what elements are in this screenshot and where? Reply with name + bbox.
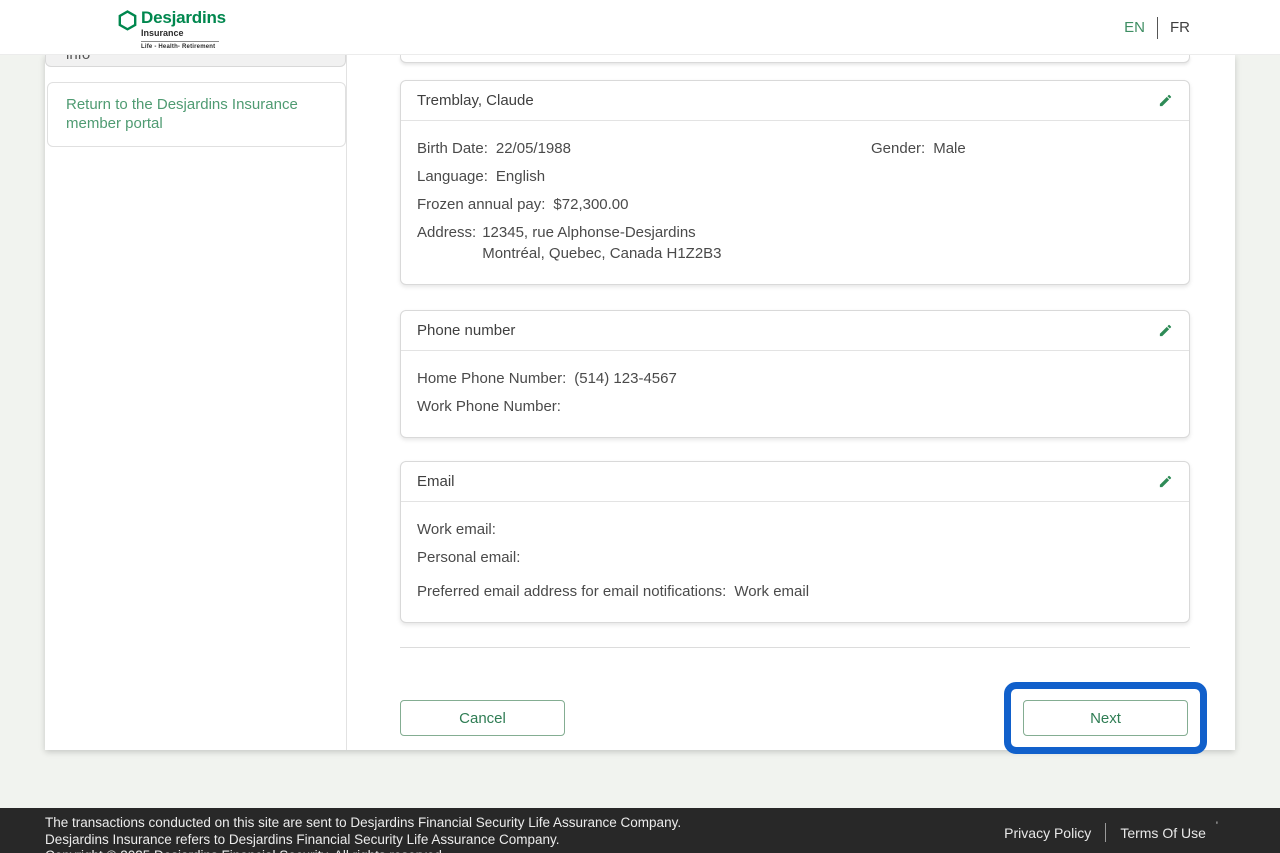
email-card-title: Email [417,473,455,490]
language-row: Language: English [417,168,1173,185]
footer-line3: Copyright © 2025 Desjardins Financial Se… [45,848,805,853]
cancel-button[interactable]: Cancel [400,700,565,736]
frozen-pay-label: Frozen annual pay: [417,196,545,213]
frozen-pay-value: $72,300.00 [553,196,628,213]
work-phone-row: Work Phone Number: [417,398,1173,415]
address-line2: Montréal, Quebec, Canada H1Z2B3 [482,245,721,262]
email-card-header: Email [401,462,1189,502]
lang-en-button[interactable]: EN [1124,19,1145,36]
logo-text: Desjardins Insurance Life - Health- Reti… [141,8,226,50]
edit-personal-info-icon[interactable] [1158,93,1173,108]
gender-value: Male [933,140,966,157]
logo-brand-name: Desjardins [141,8,226,27]
email-card-body: Work email: Personal email: Preferred em… [401,502,1189,622]
main-content: Tremblay, Claude Birth Date: 22/05/1988 … [347,55,1235,750]
work-email-label: Work email: [417,521,496,538]
actions-row: Cancel Next [400,682,1190,754]
lang-separator [1157,17,1158,39]
logo-tagline: Life - Health- Retirement [141,44,226,50]
terms-of-use-link[interactable]: Terms Of Use [1120,825,1206,841]
top-header: Desjardins Insurance Life - Health- Reti… [0,0,1280,55]
home-phone-label: Home Phone Number: [417,370,566,387]
language-value: English [496,168,545,185]
desjardins-logo: Desjardins Insurance Life - Health- Reti… [118,8,226,50]
next-button[interactable]: Next [1023,700,1188,736]
address-value: 12345, rue Alphonse-Desjardins Montréal,… [482,224,721,262]
sidebar-item-return-portal[interactable]: Return to the Desjardins Insurance membe… [47,82,346,147]
footer-links-separator [1105,823,1106,842]
sidebar-item-partial-info[interactable]: info ⌃ [45,55,346,67]
hexagon-logo-icon [118,10,137,31]
personal-email-row: Personal email: [417,549,1173,566]
personal-email-label: Personal email: [417,549,520,566]
language-field: Language: English [417,168,545,185]
frozen-pay-field: Frozen annual pay: $72,300.00 [417,196,629,213]
privacy-policy-link[interactable]: Privacy Policy [1004,825,1091,841]
next-button-highlight: Next [1004,682,1207,754]
footer-legal-text: The transactions conducted on this site … [45,815,805,853]
personal-info-card: Tremblay, Claude Birth Date: 22/05/1988 … [400,80,1190,285]
return-portal-link[interactable]: Return to the Desjardins Insurance membe… [66,96,298,132]
phone-card-header: Phone number [401,311,1189,351]
birth-date-label: Birth Date: [417,140,488,157]
address-line1: 12345, rue Alphonse-Desjardins [482,224,721,241]
personal-email-field: Personal email: [417,549,528,566]
birth-gender-row: Birth Date: 22/05/1988 Gender: Male [417,140,1173,157]
address-row: Address: 12345, rue Alphonse-Desjardins … [417,224,1173,262]
address-label: Address: [417,224,476,262]
work-email-row: Work email: [417,521,1173,538]
gender-label: Gender: [871,140,925,157]
content-panel: info ⌃ Return to the Desjardins Insuranc… [45,55,1235,750]
personal-info-card-body: Birth Date: 22/05/1988 Gender: Male Lang… [401,121,1189,284]
preferred-email-field: Preferred email address for email notifi… [417,583,809,600]
personal-info-card-header: Tremblay, Claude [401,81,1189,121]
actions-divider [400,647,1190,648]
work-phone-field: Work Phone Number: [417,398,569,415]
phone-card: Phone number Home Phone Number: (514) 12… [400,310,1190,438]
email-card: Email Work email: Personal email [400,461,1190,623]
work-phone-label: Work Phone Number: [417,398,561,415]
footer-line1: The transactions conducted on this site … [45,815,805,832]
chevron-up-icon: ⌃ [316,55,327,64]
person-name-title: Tremblay, Claude [417,92,534,109]
footer-links: Privacy Policy Terms Of Use ' [1004,823,1218,842]
preferred-email-row: Preferred email address for email notifi… [417,583,1173,600]
home-phone-field: Home Phone Number: (514) 123-4567 [417,370,677,387]
language-label: Language: [417,168,488,185]
page: Desjardins Insurance Life - Health- Reti… [0,0,1280,853]
phone-card-title: Phone number [417,322,515,339]
sidebar: info ⌃ Return to the Desjardins Insuranc… [45,55,347,750]
footer-line2: Desjardins Insurance refers to Desjardin… [45,832,805,849]
footer: The transactions conducted on this site … [0,808,1280,853]
edit-phone-icon[interactable] [1158,323,1173,338]
phone-card-body: Home Phone Number: (514) 123-4567 Work P… [401,351,1189,437]
logo-division: Insurance [141,28,226,39]
work-email-field: Work email: [417,521,504,538]
edit-email-icon[interactable] [1158,474,1173,489]
gender-field: Gender: Male [871,140,966,157]
birth-date-field: Birth Date: 22/05/1988 [417,140,871,157]
frozen-pay-row: Frozen annual pay: $72,300.00 [417,196,1173,213]
preferred-email-value: Work email [734,583,809,600]
home-phone-row: Home Phone Number: (514) 123-4567 [417,370,1173,387]
logo-divider-line [141,41,219,42]
sidebar-partial-label: info [66,55,90,63]
home-phone-value: (514) 123-4567 [574,370,677,387]
lang-fr-button[interactable]: FR [1170,19,1190,36]
language-switcher: EN FR [1124,0,1190,55]
preferred-email-label: Preferred email address for email notifi… [417,583,726,600]
previous-card-partial [400,55,1190,63]
birth-date-value: 22/05/1988 [496,140,571,157]
footer-tick-mark: ' [1216,820,1218,832]
